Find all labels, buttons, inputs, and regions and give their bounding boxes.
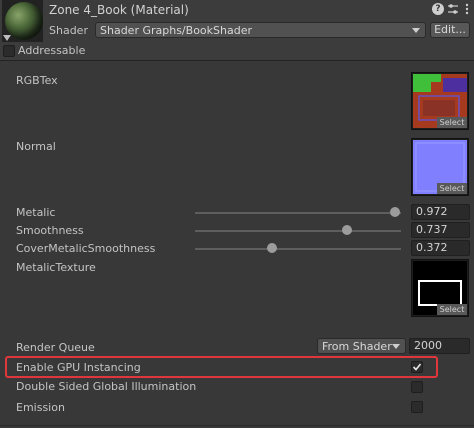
rgbtex-texture-slot[interactable]: Select bbox=[411, 72, 469, 130]
smoothness-label: Smoothness bbox=[16, 224, 84, 237]
edit-shader-button[interactable]: Edit... bbox=[430, 22, 470, 38]
metalic-label: Metalic bbox=[16, 206, 56, 219]
chevron-down-icon bbox=[412, 28, 420, 33]
rgbtex-label: RGBTex bbox=[16, 74, 58, 87]
render-queue-label: Render Queue bbox=[16, 341, 95, 354]
normal-label: Normal bbox=[16, 140, 56, 153]
double-sided-gi-checkbox[interactable] bbox=[411, 381, 423, 393]
cover-metalic-smoothness-slider-track[interactable] bbox=[195, 248, 401, 250]
gpu-instancing-checkbox[interactable] bbox=[411, 361, 423, 373]
cover-metalic-smoothness-label: CoverMetalicSmoothness bbox=[16, 242, 156, 255]
cover-metalic-smoothness-value-field[interactable]: 0.372 bbox=[411, 240, 470, 256]
double-sided-gi-label: Double Sided Global Illumination bbox=[16, 380, 197, 393]
addressable-checkbox[interactable] bbox=[3, 45, 15, 57]
cover-metalic-smoothness-slider-thumb[interactable] bbox=[266, 243, 277, 253]
bottom-divider bbox=[0, 425, 474, 426]
metalic-texture-slot[interactable]: Select bbox=[411, 259, 469, 317]
smoothness-value-field[interactable]: 0.737 bbox=[411, 222, 470, 238]
material-title: Zone 4_Book (Material) bbox=[49, 3, 189, 17]
shader-dropdown-value: Shader Graphs/BookShader bbox=[100, 24, 252, 37]
metalic-slider-thumb[interactable] bbox=[390, 207, 401, 217]
help-icon[interactable]: ? bbox=[432, 3, 444, 15]
foldout-arrow-icon[interactable] bbox=[3, 35, 11, 41]
smoothness-slider-track[interactable] bbox=[195, 230, 401, 232]
smoothness-slider-thumb[interactable] bbox=[341, 225, 352, 235]
more-options-icon[interactable] bbox=[461, 3, 473, 15]
render-queue-value-field[interactable]: 2000 bbox=[409, 338, 470, 354]
render-queue-mode-value: From Shader bbox=[322, 340, 392, 353]
chevron-down-icon bbox=[392, 344, 400, 349]
checkmark-icon bbox=[412, 363, 422, 371]
emission-label: Emission bbox=[16, 401, 65, 414]
normal-texture-slot[interactable]: Select bbox=[411, 138, 469, 196]
metalic-value-field[interactable]: 0.972 bbox=[411, 204, 470, 220]
shader-dropdown[interactable]: Shader Graphs/BookShader bbox=[95, 22, 426, 38]
addressable-label: Addressable bbox=[18, 44, 86, 57]
shader-label: Shader bbox=[49, 24, 88, 37]
normal-select-button[interactable]: Select bbox=[437, 183, 467, 194]
emission-checkbox[interactable] bbox=[411, 401, 423, 413]
render-queue-mode-dropdown[interactable]: From Shader bbox=[317, 338, 406, 354]
metalic-texture-select-button[interactable]: Select bbox=[437, 304, 467, 315]
rgbtex-select-button[interactable]: Select bbox=[437, 117, 467, 128]
settings-sliders-icon[interactable] bbox=[447, 3, 459, 15]
gpu-instancing-label: Enable GPU Instancing bbox=[16, 361, 141, 374]
metalic-texture-label: MetalicTexture bbox=[16, 261, 96, 274]
metalic-slider-track[interactable] bbox=[195, 212, 401, 214]
